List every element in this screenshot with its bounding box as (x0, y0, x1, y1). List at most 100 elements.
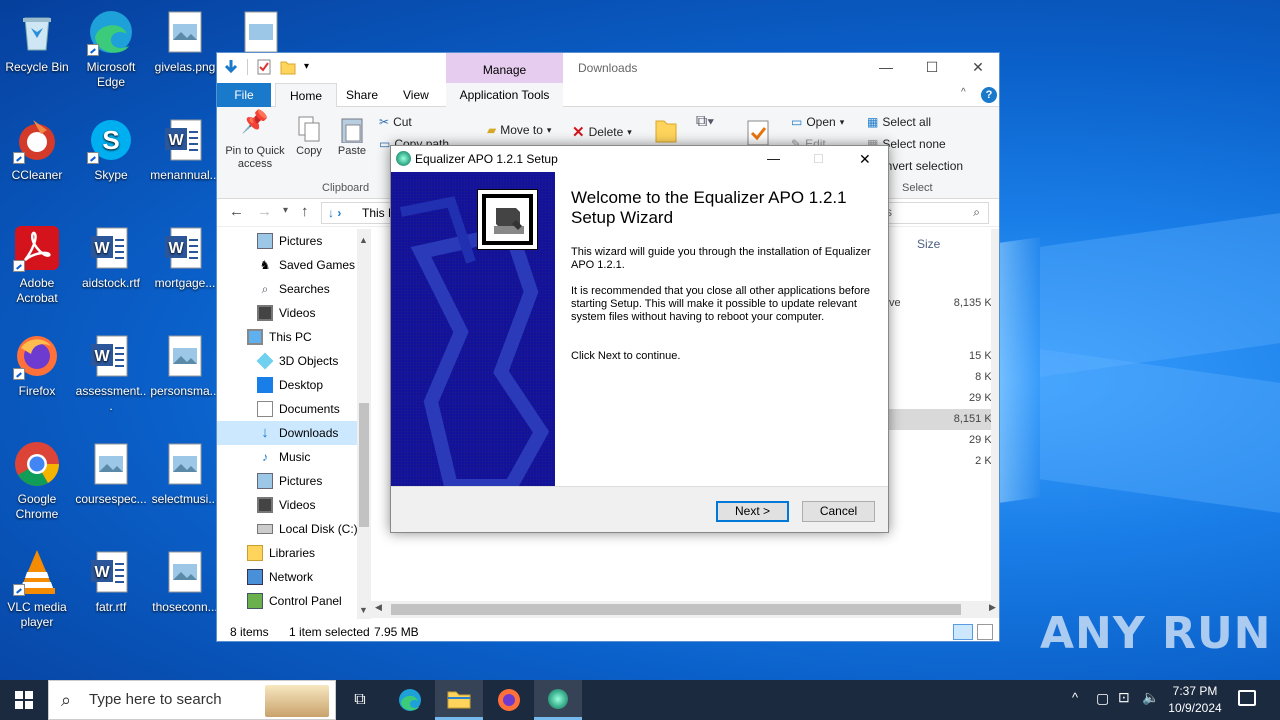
explorer-titlebar[interactable]: ▾ Manage Downloads — ☐ ✕ (217, 53, 999, 83)
nav-item-searches[interactable]: ⌕ Searches (217, 277, 371, 301)
desktop-icon-ccleaner[interactable]: CCleaner (0, 116, 74, 183)
nav-item-3d-objects[interactable]: 3D Objects (217, 349, 371, 373)
start-button[interactable] (0, 680, 48, 720)
nav-item-local-disk[interactable]: Local Disk (C:) (217, 517, 371, 541)
desktop-icon-aidstock[interactable]: W aidstock.rtf (74, 224, 148, 291)
back-arrow-icon[interactable]: ← (229, 203, 244, 220)
dialog-close-button[interactable]: ✕ (859, 146, 871, 172)
file-row-size[interactable]: 8,135 KB (931, 293, 999, 314)
tab-file[interactable]: File (217, 83, 271, 107)
nav-scrollbar-thumb[interactable] (359, 403, 369, 527)
desktop-icon-adobe-acrobat[interactable]: Adobe Acrobat (0, 224, 74, 306)
file-row-size[interactable]: 8 KB (931, 367, 999, 388)
taskbar-edge[interactable] (386, 680, 434, 720)
nav-item-documents[interactable]: Documents (217, 397, 371, 421)
battery-icon[interactable]: ▢ (1096, 690, 1109, 707)
desktop-icon-google-chrome[interactable]: Google Chrome (0, 440, 74, 522)
tab-view[interactable]: View (389, 83, 443, 107)
desktop-icon-mortgage[interactable]: W mortgage... (148, 224, 222, 291)
tab-share[interactable]: Share (332, 83, 392, 107)
file-row-size[interactable]: 15 KB (931, 346, 999, 367)
tab-home[interactable]: Home (275, 83, 338, 108)
nav-item-control-panel[interactable]: Control Panel (217, 589, 371, 613)
copy-button[interactable]: Copy (291, 115, 327, 158)
task-view-button[interactable]: ⧉ (336, 680, 384, 720)
show-hidden-icons-chevron[interactable]: ^ (1072, 690, 1078, 705)
nav-item-pictures-2[interactable]: Pictures (217, 469, 371, 493)
qat-dropdown-icon[interactable]: ▾ (304, 59, 314, 75)
nav-item-desktop[interactable]: Desktop (217, 373, 371, 397)
desktop-icon-menannual[interactable]: W menannual... (148, 116, 222, 183)
taskbar-search-box[interactable]: ⌕ Type here to search (48, 680, 336, 720)
details-view-icon[interactable] (953, 624, 973, 640)
select-all-button[interactable]: ▦ Select all (867, 115, 931, 129)
pin-quick-access-button[interactable]: 📌 Pin to Quick access (223, 111, 287, 171)
notification-center-icon[interactable] (1238, 690, 1256, 706)
maximize-button[interactable]: ☐ (909, 53, 955, 83)
desktop-icon-vlc[interactable]: VLC media player (0, 548, 74, 630)
new-item-button[interactable]: ⧉▾ (693, 114, 717, 130)
scroll-up-icon[interactable]: ▲ (359, 235, 368, 245)
desktop-icon-edge[interactable]: Microsoft Edge (74, 8, 148, 90)
file-row-size[interactable]: 2 KB (931, 451, 999, 472)
file-row-size[interactable]: 29 KB (931, 430, 999, 451)
download-arrow-icon[interactable] (223, 59, 239, 75)
move-to-button[interactable]: ▰ Move to ▾ (487, 123, 551, 137)
nav-item-saved-games[interactable]: ♞ Saved Games (217, 253, 371, 277)
file-row-size-selected[interactable]: 8,151 KB (888, 409, 999, 430)
help-icon[interactable]: ? (981, 87, 997, 103)
properties-icon[interactable] (256, 59, 272, 75)
taskbar-file-explorer[interactable] (435, 680, 483, 720)
next-button[interactable]: Next > (716, 501, 789, 522)
desktop-icon-skype[interactable]: S Skype (74, 116, 148, 183)
desktop-icon-coursespec[interactable]: coursespec... (74, 440, 148, 507)
volume-icon[interactable]: 🔈 (1142, 689, 1159, 706)
collapse-ribbon-icon[interactable]: ^ (961, 87, 966, 98)
nav-item-pictures[interactable]: Pictures (217, 229, 371, 253)
new-folder-icon[interactable] (280, 59, 296, 75)
nav-item-libraries[interactable]: Libraries (217, 541, 371, 565)
cancel-button[interactable]: Cancel (802, 501, 875, 522)
desktop-icon-personsma[interactable]: personsma... (148, 332, 222, 399)
nav-item-videos-2[interactable]: Videos (217, 493, 371, 517)
desktop-icon-thoseconn[interactable]: thoseconn... (148, 548, 222, 615)
dialog-titlebar[interactable]: Equalizer APO 1.2.1 Setup — ☐ ✕ (391, 146, 888, 172)
nav-item-downloads[interactable]: ↓ Downloads (217, 421, 371, 445)
desktop-icon-assessment[interactable]: W assessment... (74, 332, 148, 414)
nav-item-music[interactable]: ♪ Music (217, 445, 371, 469)
taskbar-firefox[interactable] (485, 680, 533, 720)
scroll-left-icon[interactable]: ◀ (375, 602, 382, 613)
filelist-vscrollbar[interactable] (991, 229, 999, 601)
dialog-minimize-button[interactable]: — (767, 146, 780, 172)
taskbar-clock[interactable]: 7:37 PM 10/9/2024 (1160, 683, 1230, 717)
file-row-size[interactable]: 29 KB (931, 388, 999, 409)
column-header-size[interactable]: Size (917, 237, 940, 251)
horizontal-scrollbar-thumb[interactable] (391, 604, 961, 615)
delete-button[interactable]: ✕ Delete ▾ (572, 123, 632, 141)
up-arrow-icon[interactable]: ↑ (301, 203, 309, 220)
minimize-button[interactable]: — (863, 53, 909, 83)
manage-context-tab[interactable]: Manage (446, 53, 563, 83)
nav-item-network[interactable]: Network (217, 565, 371, 589)
scroll-right-icon[interactable]: ▶ (989, 602, 996, 613)
desktop-icon-givelas[interactable]: givelas.png (148, 8, 222, 75)
recent-locations-icon[interactable]: ▾ (283, 205, 288, 216)
taskbar-setup-installer[interactable] (534, 680, 582, 720)
horizontal-scrollbar[interactable]: ◀ ▶ (371, 601, 999, 618)
dialog-maximize-button[interactable]: ☐ (813, 146, 824, 172)
large-icons-view-icon[interactable] (977, 624, 993, 640)
tab-application-tools[interactable]: Application Tools (446, 83, 563, 107)
paste-button[interactable]: Paste (333, 115, 371, 158)
close-button[interactable]: ✕ (955, 53, 999, 83)
network-icon[interactable]: ⊡ (1118, 689, 1130, 706)
setup-dialog[interactable]: Equalizer APO 1.2.1 Setup — ☐ ✕ Welcome … (390, 145, 889, 533)
nav-item-this-pc[interactable]: This PC (217, 325, 371, 349)
forward-arrow-icon[interactable]: → (257, 203, 272, 220)
desktop-icon-selectmusi[interactable]: selectmusi... (148, 440, 222, 507)
search-input[interactable]: s ⌕ (883, 202, 989, 224)
desktop-icon-firefox[interactable]: Firefox (0, 332, 74, 399)
scroll-down-icon[interactable]: ▼ (359, 605, 368, 615)
open-button[interactable]: ▭ Open ▾ (791, 115, 844, 129)
nav-item-videos[interactable]: Videos (217, 301, 371, 325)
desktop-icon-recycle-bin[interactable]: Recycle Bin (0, 8, 74, 75)
